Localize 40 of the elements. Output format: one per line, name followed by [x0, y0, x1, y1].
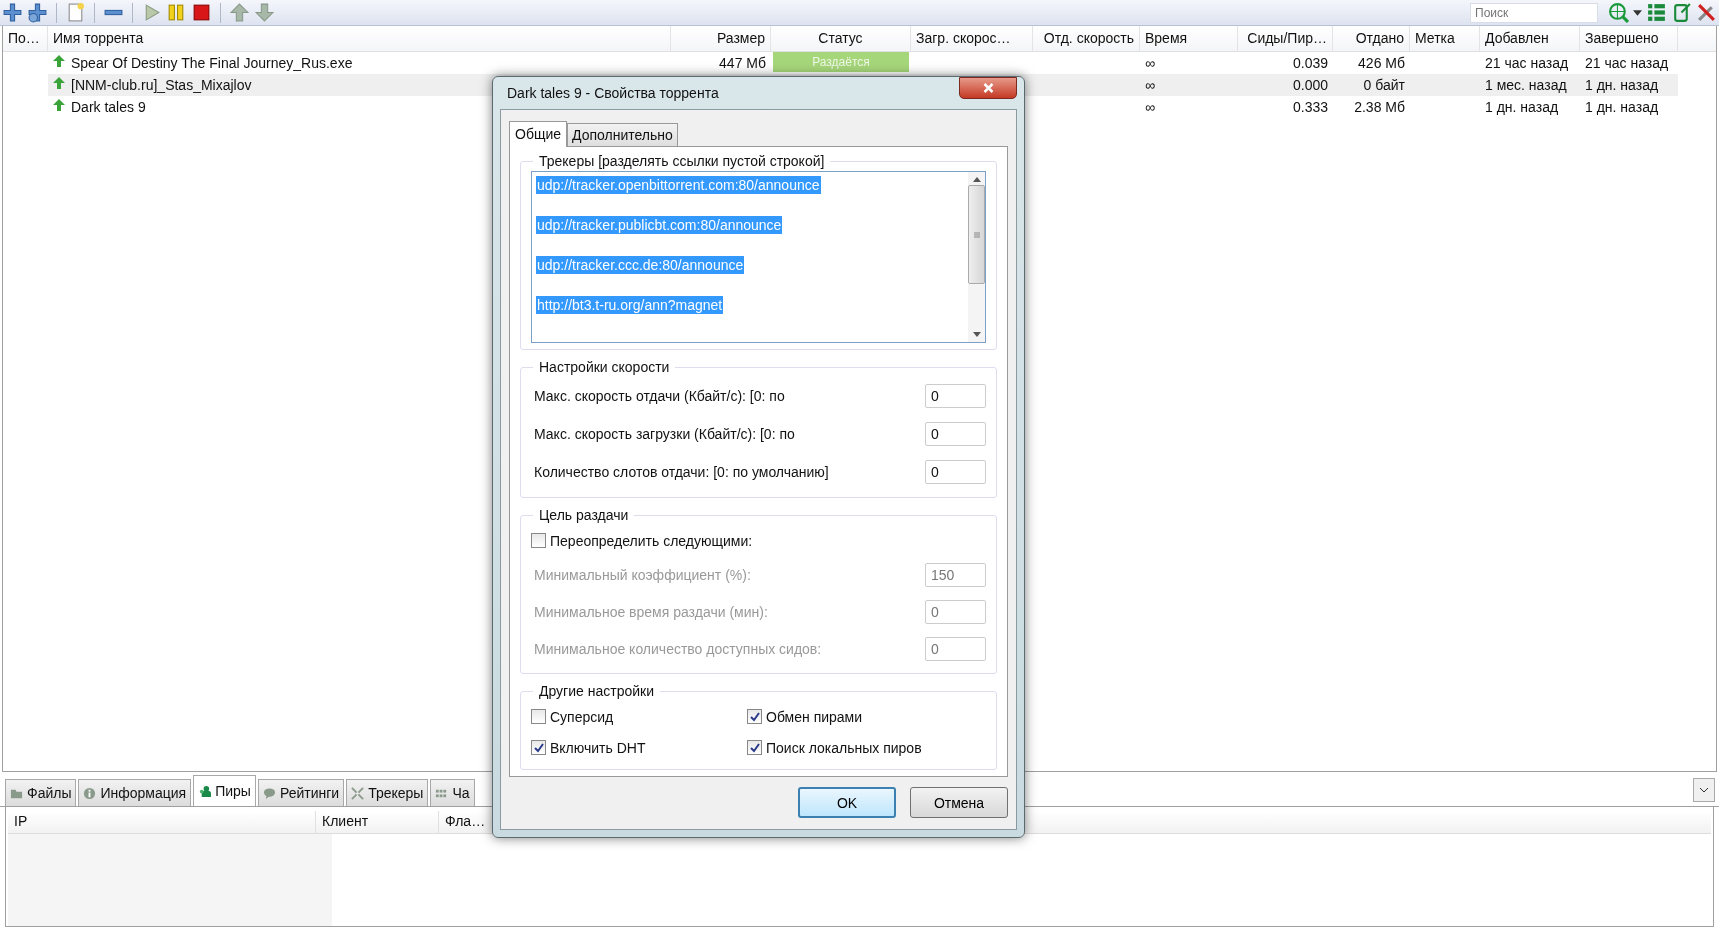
torrent-name: Dark tales 9 [71, 99, 146, 115]
field-label: Минимальное время раздачи (мин): [534, 603, 768, 620]
table-cell: 447 Мб [719, 55, 766, 71]
dialog-title: Dark tales 9 - Свойства торрента [507, 85, 719, 101]
table-cell: ∞ [1145, 55, 1155, 71]
table-cell: 2.38 Мб [1354, 99, 1405, 115]
table-cell: 21 час назад [1485, 55, 1569, 71]
torrent-name: [NNM-club.ru]_Stas_Mixajlov [71, 77, 252, 93]
group-title: Другие настройки [538, 683, 655, 699]
field-label: Минимальный коэффициент (%): [534, 566, 751, 583]
tracker-url: udp://tracker.publicbt.com:80/announce [536, 216, 783, 234]
group-title: Настройки скорости [538, 359, 671, 375]
table-cell: 0 байт [1363, 77, 1405, 93]
group-title: Цель раздачи [538, 507, 630, 523]
tracker-url: udp://tracker.ccc.de:80/announce [536, 256, 745, 274]
table-cell: 426 Мб [1358, 55, 1405, 71]
checkbox-label: Поиск локальных пиров [766, 739, 922, 756]
tracker-url: udp://tracker.openbittorrent.com:80/announce [536, 176, 821, 194]
table-cell: 0.000 [1292, 77, 1328, 93]
checkbox-label: Суперсид [550, 708, 614, 725]
field-label: Макс. скорость отдачи (Кбайт/с): [0: по [534, 388, 785, 404]
field-label: Количество слотов отдачи: [0: по умолчанию] [534, 464, 829, 480]
torrent-name: Spear Of Destiny The Final Journey_Rus.exe [71, 55, 353, 71]
field-label: Макс. скорость загрузки (Кбайт/с): [0: по [534, 426, 795, 442]
table-cell: ∞ [1145, 77, 1155, 93]
table-cell: 0.333 [1292, 99, 1328, 115]
table-cell: 1 дн. назад [1585, 99, 1659, 115]
table-cell: 0.039 [1292, 55, 1328, 71]
tracker-url: http://bt3.t-ru.org/ann?magnet [536, 296, 724, 314]
checkbox-label: Переопределить следующими: [550, 532, 753, 549]
status-badge: Раздаётся [773, 52, 909, 72]
table-cell: 1 мес. назад [1485, 77, 1567, 93]
field-label: Минимальное количество доступных сидов: [534, 640, 822, 657]
table-cell: 21 час назад [1585, 55, 1669, 71]
table-cell: 1 дн. назад [1585, 77, 1659, 93]
checkbox-label: Обмен пирами [766, 708, 863, 725]
group-title: Трекеры [разделять ссылки пустой строкой] [538, 153, 826, 169]
checkbox-label: Включить DHT [550, 739, 646, 756]
table-cell: ∞ [1145, 99, 1155, 115]
table-cell: 1 дн. назад [1485, 99, 1559, 115]
